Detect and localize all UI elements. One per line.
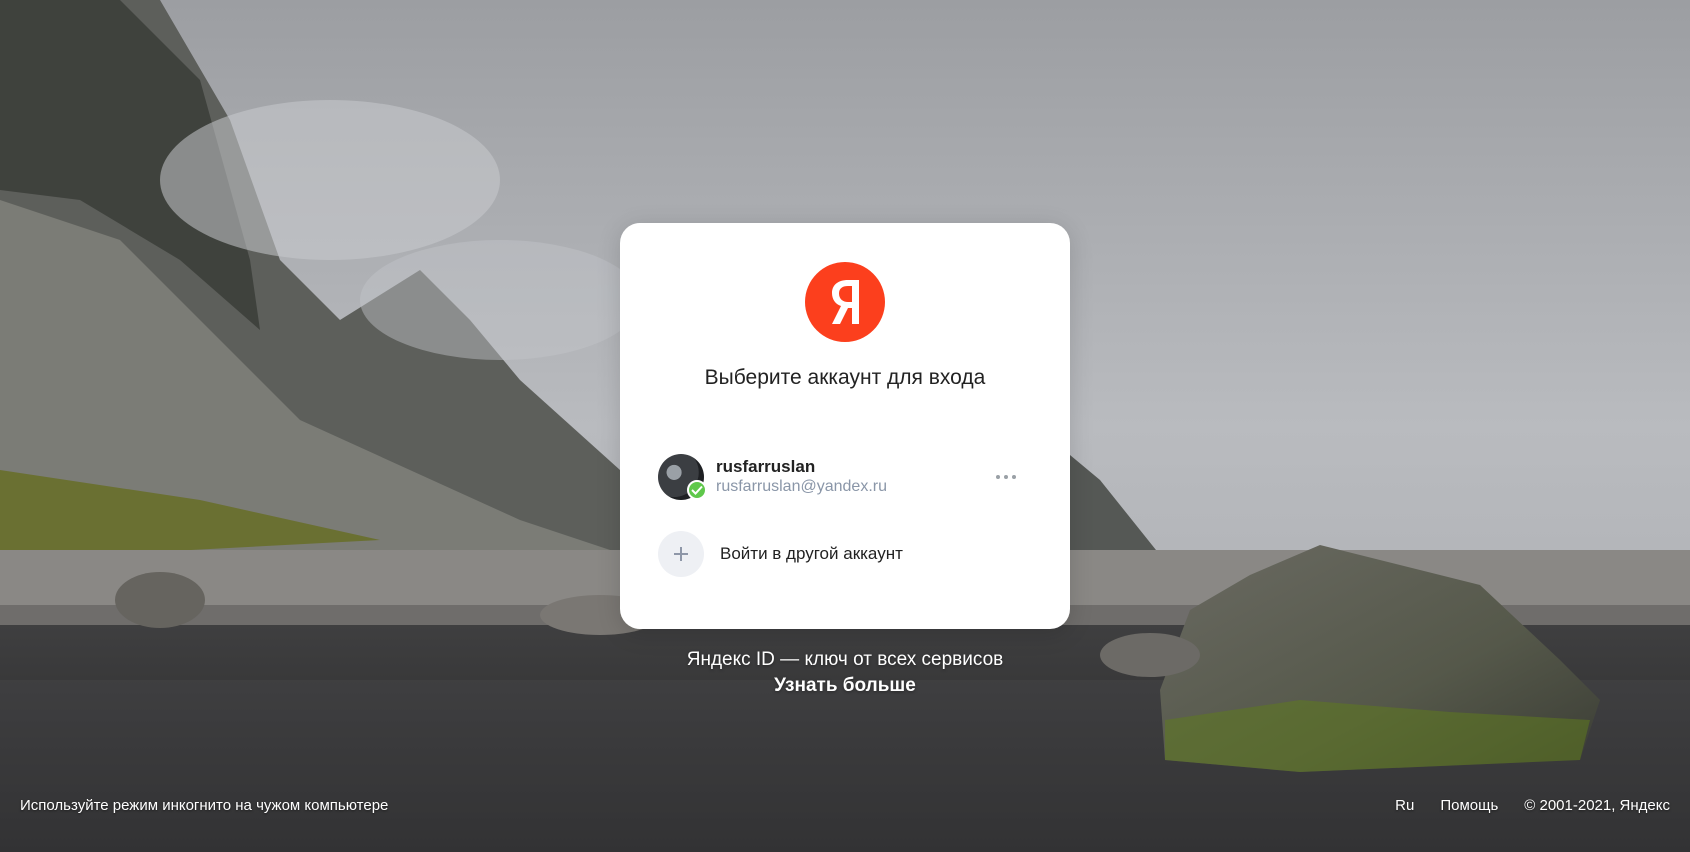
avatar <box>658 454 707 500</box>
more-options-icon[interactable] <box>988 467 1024 487</box>
learn-more-link[interactable]: Узнать больше <box>620 672 1070 700</box>
yandex-logo-glyph <box>832 280 859 324</box>
account-chooser-card: Выберите аккаунт для входа rusfarruslan … <box>620 223 1070 629</box>
account-item[interactable]: rusfarruslan rusfarruslan@yandex.ru <box>658 453 1032 501</box>
plus-icon <box>658 531 704 577</box>
add-account-button[interactable]: Войти в другой аккаунт <box>658 531 1032 577</box>
footer-links: Ru Помощь © 2001-2021, Яндекс <box>1395 797 1670 814</box>
add-account-label: Войти в другой аккаунт <box>720 544 903 563</box>
yandex-logo[interactable] <box>805 262 885 342</box>
help-link[interactable]: Помощь <box>1440 797 1498 814</box>
page-title: Выберите аккаунт для входа <box>704 366 986 389</box>
incognito-hint: Используйте режим инкогнито на чужом ком… <box>20 797 389 814</box>
language-switch[interactable]: Ru <box>1395 797 1414 814</box>
copyright: © 2001-2021, Яндекс <box>1524 797 1670 814</box>
promo-text: Яндекс ID — ключ от всех сервисов <box>686 649 1004 670</box>
account-login: rusfarruslan <box>716 457 816 476</box>
promo-block: Яндекс ID — ключ от всех сервисов Узнать… <box>620 648 1070 700</box>
check-icon <box>687 480 707 500</box>
account-email: rusfarruslan@yandex.ru <box>716 478 887 495</box>
